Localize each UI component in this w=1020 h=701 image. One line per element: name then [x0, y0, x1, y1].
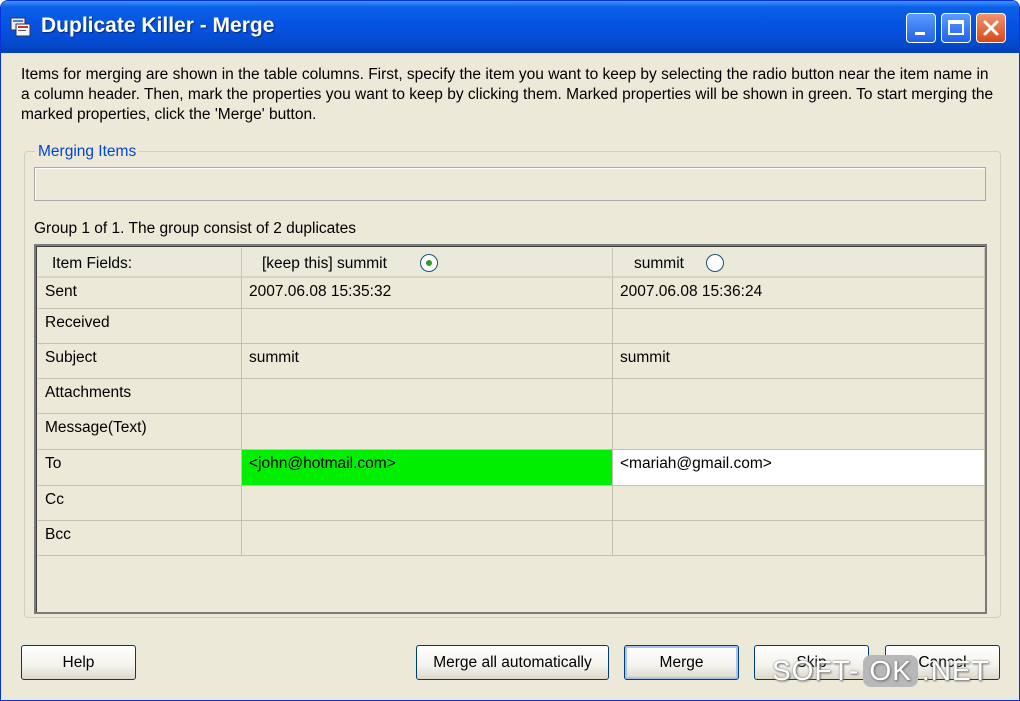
merge-all-automatically-button[interactable]: Merge all automatically	[416, 645, 609, 680]
keep-item-2-radio[interactable]	[706, 254, 724, 272]
title-bar[interactable]: Duplicate Killer - Merge	[1, 1, 1019, 53]
value-cell-item-2[interactable]: summit	[613, 344, 985, 379]
merge-button[interactable]: Merge	[624, 645, 739, 680]
field-cell: Attachments	[38, 379, 242, 414]
field-cell: Subject	[38, 344, 242, 379]
table-row: Subject summit summit	[38, 344, 985, 379]
watermark-right: .NET	[921, 655, 990, 686]
value-cell-item-1-marked[interactable]: <john@hotmail.com>	[242, 450, 613, 486]
table-row: Cc	[38, 486, 985, 521]
maximize-icon	[948, 20, 964, 35]
header-item-fields: Item Fields:	[38, 248, 242, 278]
maximize-button[interactable]	[941, 13, 971, 43]
table-row: Attachments	[38, 379, 985, 414]
table-row: Received	[38, 309, 985, 344]
close-icon	[983, 20, 999, 36]
field-cell: Bcc	[38, 521, 242, 556]
value-cell-item-2[interactable]: 2007.06.08 15:36:24	[613, 278, 985, 309]
merge-dialog: Duplicate Killer - Merge Items for mergi…	[0, 0, 1020, 701]
header-item-fields-label: Item Fields:	[52, 255, 133, 272]
keep-item-1-radio[interactable]	[420, 254, 438, 272]
value-cell-item-1[interactable]: summit	[242, 344, 613, 379]
value-cell-item-1[interactable]	[242, 379, 613, 414]
merging-items-legend: Merging Items	[35, 143, 140, 161]
watermark-logo: SOFT- OK .NET	[772, 655, 990, 699]
merge-grid: Item Fields: [keep this] summit summit S…	[34, 244, 987, 614]
header-item-2-label: summit	[634, 255, 684, 272]
value-cell-item-2[interactable]	[613, 379, 985, 414]
table-row: To <john@hotmail.com> <mariah@gmail.com>	[38, 450, 985, 486]
table-row: Bcc	[38, 521, 985, 556]
value-cell-item-2[interactable]: <mariah@gmail.com>	[613, 450, 985, 486]
minimize-icon	[915, 32, 925, 35]
table-row: Sent 2007.06.08 15:35:32 2007.06.08 15:3…	[38, 278, 985, 309]
field-cell: Message(Text)	[38, 414, 242, 450]
value-cell-item-2[interactable]	[613, 521, 985, 556]
header-item-2[interactable]: summit	[613, 248, 985, 278]
value-cell-item-2[interactable]	[613, 486, 985, 521]
minimize-button[interactable]	[906, 13, 936, 43]
close-button[interactable]	[976, 13, 1006, 43]
value-cell-item-1[interactable]	[242, 486, 613, 521]
merge-progress-bar	[34, 167, 986, 201]
instructions-text: Items for merging are shown in the table…	[21, 66, 994, 123]
app-icon	[10, 17, 31, 37]
header-item-1[interactable]: [keep this] summit	[242, 248, 613, 278]
value-cell-item-2[interactable]	[613, 414, 985, 450]
field-cell: To	[38, 450, 242, 486]
group-info-label: Group 1 of 1. The group consist of 2 dup…	[34, 220, 356, 237]
value-cell-item-2[interactable]	[613, 309, 985, 344]
value-cell-item-1[interactable]	[242, 309, 613, 344]
value-cell-item-1[interactable]: 2007.06.08 15:35:32	[242, 278, 613, 309]
value-cell-item-1[interactable]	[242, 521, 613, 556]
header-item-1-label: [keep this] summit	[262, 255, 387, 272]
help-button[interactable]: Help	[21, 645, 136, 680]
watermark-left: SOFT-	[772, 655, 860, 686]
field-cell: Cc	[38, 486, 242, 521]
watermark-ok: OK	[863, 655, 918, 687]
value-cell-item-1[interactable]	[242, 414, 613, 450]
window-title: Duplicate Killer - Merge	[41, 14, 275, 37]
table-row: Message(Text)	[38, 414, 985, 450]
field-cell: Received	[38, 309, 242, 344]
field-cell: Sent	[38, 278, 242, 309]
